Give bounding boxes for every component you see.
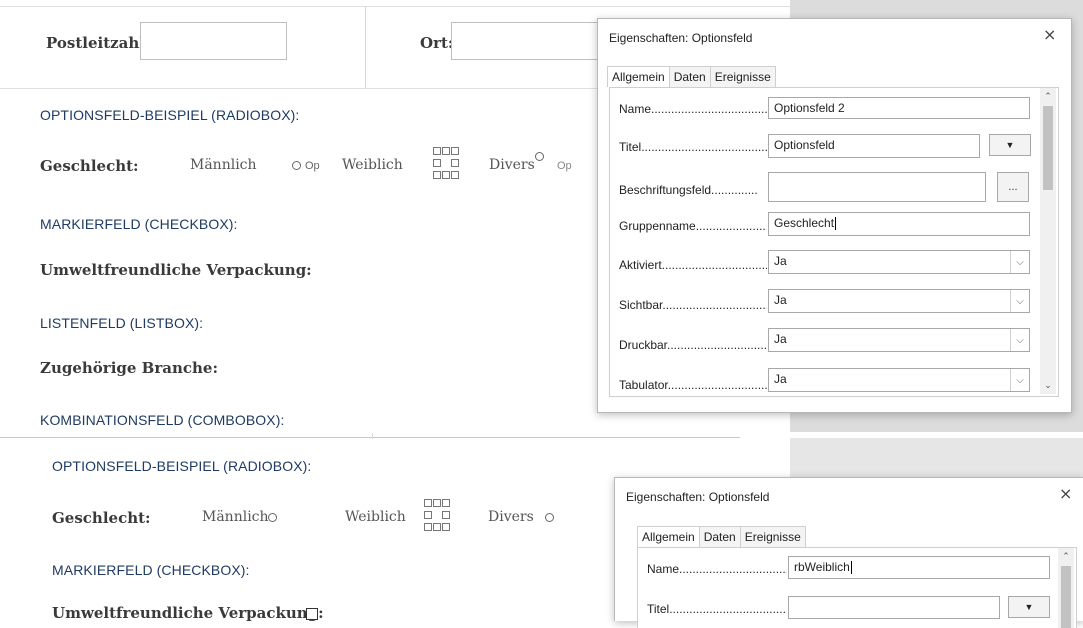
option-maennlich-label-bottom: Männlich — [202, 509, 269, 525]
chevron-down-icon: ⌵ — [1010, 251, 1029, 273]
chevron-down-icon: ⌵ — [1010, 290, 1029, 312]
properties-dialog-top: Eigenschaften: Optionsfeld × Allgemein D… — [597, 18, 1072, 413]
radio-maennlich-bottom[interactable] — [268, 513, 277, 522]
radio-divers[interactable] — [535, 152, 544, 161]
scroll-up-icon[interactable]: ⌃ — [1058, 551, 1074, 562]
scroll-thumb[interactable] — [1043, 106, 1053, 190]
heading-listbox: LISTENFELD (LISTBOX): — [40, 315, 204, 331]
druckbar-label: Druckbar................................… — [619, 338, 767, 352]
gruppenname-input[interactable]: Geschlecht — [768, 212, 1030, 236]
table-line — [0, 6, 790, 7]
titel-dropdown-button[interactable]: ▼ — [989, 134, 1031, 156]
geschlecht-label: Geschlecht: — [40, 157, 139, 175]
close-icon[interactable]: × — [1059, 484, 1072, 503]
tab-ereignisse[interactable]: Ereignisse — [739, 526, 806, 547]
beschriftung-input[interactable] — [768, 172, 986, 202]
sichtbar-label: Sichtbar................................… — [619, 298, 767, 312]
properties-panel: Name....................................… — [609, 87, 1059, 397]
name-label: Name....................................… — [619, 102, 767, 116]
name-value-bottom: rbWeiblich — [794, 560, 850, 574]
heading-checkbox-bottom: MARKIERFELD (CHECKBOX): — [52, 562, 250, 578]
tabulator-label: Tabulator...............................… — [619, 378, 767, 392]
druckbar-value: Ja — [774, 332, 787, 346]
option-divers-label: Divers — [489, 157, 535, 173]
gruppenname-value: Geschlecht — [774, 216, 835, 230]
tab-ereignisse[interactable]: Ereignisse — [709, 66, 776, 87]
ort-label: Ort: — [420, 34, 454, 52]
name-label-bottom: Name....................................… — [647, 562, 787, 576]
dialog-title: Eigenschaften: Optionsfeld — [609, 31, 753, 45]
titel-input[interactable]: Optionsfeld — [768, 134, 980, 158]
umwelt-label: Umweltfreundliche Verpackung: — [40, 261, 312, 279]
dialog-title-bottom: Eigenschaften: Optionsfeld — [626, 490, 770, 504]
sichtbar-value: Ja — [774, 293, 787, 307]
properties-scrollbar[interactable]: ⌃ ⌄ — [1040, 88, 1056, 394]
chevron-down-icon: ⌵ — [1010, 329, 1029, 351]
properties-panel-bottom: Name....................................… — [637, 547, 1077, 628]
ort-field[interactable] — [451, 22, 613, 60]
selection-handles-icon[interactable] — [433, 147, 459, 179]
heading-checkbox: MARKIERFELD (CHECKBOX): — [40, 216, 238, 232]
table-line — [365, 6, 366, 88]
branche-label: Zugehörige Branche: — [40, 359, 218, 377]
gruppenname-label: Gruppenname...................... — [619, 219, 767, 233]
titel-label: Titel...................................… — [619, 140, 767, 154]
scroll-thumb[interactable] — [1061, 566, 1071, 628]
heading-radiobox-bottom: OPTIONSFELD-BEISPIEL (RADIOBOX): — [52, 458, 312, 474]
properties-dialog-bottom: Eigenschaften: Optionsfeld × Allgemein D… — [614, 477, 1083, 628]
text-caret — [850, 561, 852, 575]
heading-radiobox: OPTIONSFELD-BEISPIEL (RADIOBOX): — [40, 107, 300, 123]
tabulator-select[interactable]: Ja ⌵ — [768, 368, 1030, 392]
close-icon[interactable]: × — [1043, 25, 1056, 44]
option-weiblich-label-bottom: Weiblich — [345, 509, 406, 525]
beschriftung-more-button[interactable]: ... — [997, 172, 1029, 202]
selection-handles-icon-bottom[interactable] — [424, 499, 450, 531]
radio-divers-bottom[interactable] — [545, 513, 554, 522]
text-caret — [835, 217, 837, 231]
tab-daten[interactable]: Daten — [668, 66, 711, 87]
dialog-tabs: Allgemein Daten Ereignisse — [607, 66, 776, 87]
scroll-up-icon[interactable]: ⌃ — [1040, 91, 1056, 102]
scroll-down-icon[interactable]: ⌄ — [1040, 380, 1056, 391]
druckbar-select[interactable]: Ja ⌵ — [768, 328, 1030, 352]
umwelt-label-bottom: Umweltfreundliche Verpackung: — [52, 604, 324, 622]
tab-allgemein[interactable]: Allgemein — [637, 526, 700, 547]
titel-label-bottom: Titel...................................… — [647, 602, 787, 616]
page-edge-line — [0, 437, 740, 438]
table-line — [372, 433, 373, 439]
option-maennlich-label: Männlich — [190, 157, 257, 173]
tab-daten[interactable]: Daten — [698, 526, 741, 547]
tab-allgemein[interactable]: Allgemein — [607, 66, 670, 87]
chevron-down-icon: ⌵ — [1010, 369, 1029, 391]
name-input[interactable]: Optionsfeld 2 — [768, 97, 1030, 119]
aktiviert-select[interactable]: Ja ⌵ — [768, 250, 1030, 274]
titel-dropdown-button-bottom[interactable]: ▼ — [1008, 596, 1050, 618]
checkbox-umwelt-bottom[interactable] — [306, 608, 318, 620]
geschlecht-label-bottom: Geschlecht: — [52, 509, 151, 527]
dialog-tabs-bottom: Allgemein Daten Ereignisse — [637, 526, 806, 547]
option-maennlich-suffix: Op — [305, 160, 320, 172]
postleitzahl-label: Postleitzahl: — [46, 34, 151, 52]
sichtbar-select[interactable]: Ja ⌵ — [768, 289, 1030, 313]
titel-input-bottom[interactable] — [788, 596, 1000, 619]
name-input-bottom[interactable]: rbWeiblich — [788, 556, 1050, 579]
aktiviert-value: Ja — [774, 254, 787, 268]
heading-combobox: KOMBINATIONSFELD (COMBOBOX): — [40, 412, 285, 428]
beschriftung-label: Beschriftungsfeld.............. — [619, 183, 758, 197]
properties-scrollbar-bottom[interactable]: ⌃ — [1058, 548, 1074, 628]
tabulator-value: Ja — [774, 372, 787, 386]
radio-maennlich[interactable] — [292, 161, 301, 170]
option-divers-suffix: Op — [557, 160, 572, 172]
option-weiblich-label: Weiblich — [342, 157, 403, 173]
option-divers-label-bottom: Divers — [488, 509, 534, 525]
aktiviert-label: Aktiviert...............................… — [619, 258, 767, 272]
postleitzahl-field[interactable] — [140, 22, 287, 60]
